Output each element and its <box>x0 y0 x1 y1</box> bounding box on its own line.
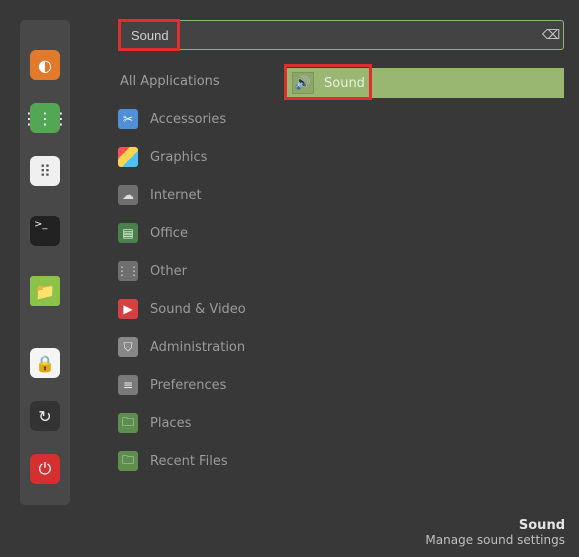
tooltip-title: Sound <box>425 518 565 533</box>
category-other[interactable]: ⋮⋮ Other <box>118 260 286 282</box>
category-label: Accessories <box>150 112 226 127</box>
category-places[interactable]: 🗀 Places <box>118 412 286 434</box>
switches-icon: ⠿ <box>39 162 51 181</box>
firefox-icon: ◐ <box>38 56 52 75</box>
folder-icon: 🗀 <box>118 451 138 471</box>
tooltip-desc: Manage sound settings <box>425 533 565 547</box>
category-label: Internet <box>150 188 202 203</box>
launcher-settings[interactable]: ⠿ <box>30 156 60 186</box>
shield-icon: ⛉ <box>118 337 138 357</box>
play-icon: ▶ <box>118 299 138 319</box>
palette-icon <box>118 147 138 167</box>
launcher-lock[interactable]: 🔒 <box>30 348 60 378</box>
grid-icon: ⋮⋮ <box>118 261 138 281</box>
results-list: 🔊 Sound <box>286 70 568 472</box>
category-graphics[interactable]: Graphics <box>118 146 286 168</box>
category-administration[interactable]: ⛉ Administration <box>118 336 286 358</box>
folder-icon: 📁 <box>35 282 55 301</box>
category-label: Sound & Video <box>150 302 246 317</box>
launcher-files[interactable]: 📁 <box>30 276 60 306</box>
category-office[interactable]: ▤ Office <box>118 222 286 244</box>
sound-icon: 🔊 <box>292 72 314 94</box>
launcher-rail: ◐ ⋮⋮⋮ ⠿ >_ 📁 🔒 ↻ ⏻ <box>20 20 70 505</box>
preferences-icon: ≡ <box>118 375 138 395</box>
launcher-apps[interactable]: ⋮⋮⋮ <box>30 103 60 133</box>
category-sound-video[interactable]: ▶ Sound & Video <box>118 298 286 320</box>
category-label: Other <box>150 264 187 279</box>
folder-icon: 🗀 <box>118 413 138 433</box>
result-sound[interactable]: 🔊 Sound <box>286 68 564 98</box>
category-recent-files[interactable]: 🗀 Recent Files <box>118 450 286 472</box>
app-menu: ⌫ All Applications ✂ Accessories Graphic… <box>118 20 568 472</box>
tooltip: Sound Manage sound settings <box>425 518 565 547</box>
category-all-applications[interactable]: All Applications <box>118 70 286 92</box>
clear-search-icon[interactable]: ⌫ <box>542 26 560 44</box>
launcher-power[interactable]: ⏻ <box>30 454 60 484</box>
category-label: Graphics <box>150 150 207 165</box>
launcher-terminal[interactable]: >_ <box>30 216 60 246</box>
category-accessories[interactable]: ✂ Accessories <box>118 108 286 130</box>
scissors-icon: ✂ <box>118 109 138 129</box>
apps-icon: ⋮⋮⋮ <box>21 109 69 128</box>
category-label: Office <box>150 226 188 241</box>
launcher-refresh[interactable]: ↻ <box>30 401 60 431</box>
lock-icon: 🔒 <box>35 354 55 373</box>
category-label: Preferences <box>150 378 226 393</box>
category-list: All Applications ✂ Accessories Graphics … <box>118 70 286 472</box>
category-internet[interactable]: ☁ Internet <box>118 184 286 206</box>
category-label: Recent Files <box>150 454 228 469</box>
result-label: Sound <box>324 76 365 91</box>
category-label: All Applications <box>118 74 220 89</box>
category-label: Places <box>150 416 191 431</box>
category-label: Administration <box>150 340 245 355</box>
launcher-firefox[interactable]: ◐ <box>30 50 60 80</box>
search-input[interactable] <box>118 20 564 50</box>
refresh-icon: ↻ <box>38 407 51 426</box>
terminal-icon: >_ <box>34 219 47 230</box>
office-icon: ▤ <box>118 223 138 243</box>
cloud-icon: ☁ <box>118 185 138 205</box>
power-icon: ⏻ <box>39 459 52 479</box>
category-preferences[interactable]: ≡ Preferences <box>118 374 286 396</box>
